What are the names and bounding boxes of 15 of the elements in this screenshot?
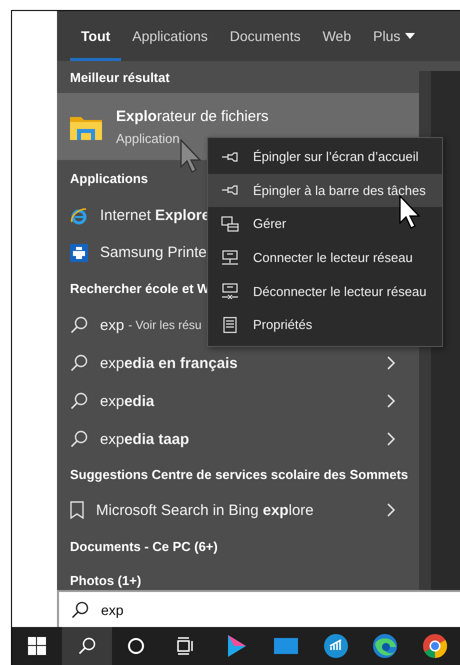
result-text: exp [100, 316, 124, 334]
result-hint: - Voir les résu [128, 318, 202, 332]
result-text: Internet Explore [100, 207, 210, 224]
section-heading: Photos (1+) [70, 572, 142, 588]
result-title: Explorateur de fichiers [116, 108, 269, 124]
result-text: Samsung Printe [100, 244, 207, 261]
section-heading: Applications [70, 171, 148, 186]
result-text: expedia [100, 392, 154, 410]
result-type: Application [116, 130, 181, 146]
section-heading: Meilleur résultat [70, 70, 170, 84]
result-text: expedia en français [100, 354, 238, 372]
section-heading: Suggestions Centre de services scolaire des Sommets [70, 467, 408, 482]
result-text: expedia taap [100, 430, 190, 448]
result-text: Microsoft Search in Bing explore [96, 502, 314, 518]
section-heading: Documents - Ce PC (6+) [70, 538, 218, 554]
